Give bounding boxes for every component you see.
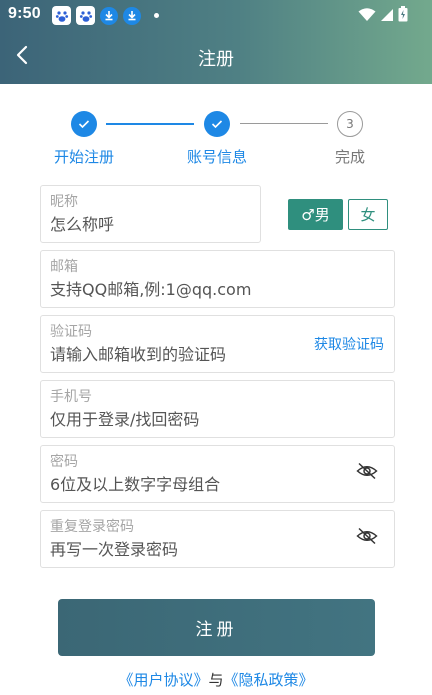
more-notifications-dot-icon (154, 13, 159, 18)
agreement-text: 《用户协议》与《隐私政策》 (0, 669, 432, 690)
password-input[interactable] (50, 473, 344, 495)
baidu-app-icon (76, 6, 95, 25)
email-label: 邮箱 (50, 259, 78, 275)
step-2-label: 账号信息 (186, 148, 247, 166)
verification-code-input[interactable] (50, 343, 304, 365)
gender-female-button[interactable]: 女 (348, 199, 388, 230)
app-header: 9:50 注册 (0, 0, 432, 84)
step-1-label: 开始注册 (53, 148, 114, 166)
user-agreement-link[interactable]: 《用户协议》 (118, 671, 208, 689)
system-status-icons (358, 6, 408, 26)
step-1-check-icon (71, 111, 97, 137)
eye-hidden-icon (356, 527, 378, 545)
battery-icon (398, 6, 408, 26)
registration-steps: 3 开始注册 账号信息 完成 (0, 108, 432, 168)
title-bar: 注册 (0, 36, 432, 76)
confirm-password-field: 重复登录密码 (40, 510, 395, 568)
notification-icons (52, 6, 159, 25)
baidu-app-icon (52, 6, 71, 25)
signal-icon (380, 7, 394, 26)
page-title: 注册 (198, 49, 234, 70)
toggle-password-visibility[interactable] (356, 462, 378, 480)
step-connector-done (106, 123, 194, 125)
email-input[interactable] (50, 278, 344, 300)
nickname-label: 昵称 (50, 194, 78, 210)
confirm-password-label: 重复登录密码 (50, 519, 134, 535)
nickname-field: 昵称 (40, 185, 261, 243)
eye-hidden-icon (356, 462, 378, 480)
step-connector-pending (240, 123, 328, 124)
gender-male-button[interactable]: ♂男 (288, 199, 343, 230)
step-3-label: 完成 (334, 148, 365, 166)
phone-label: 手机号 (50, 389, 92, 405)
register-button[interactable]: 注册 (58, 599, 375, 656)
get-code-button[interactable]: 获取验证码 (314, 334, 384, 354)
agreement-joiner: 与 (208, 671, 224, 689)
download-icon (123, 6, 141, 25)
password-field: 密码 (40, 445, 395, 503)
status-time: 9:50 (8, 5, 41, 22)
privacy-policy-link[interactable]: 《隐私政策》 (224, 671, 314, 689)
phone-input[interactable] (50, 408, 344, 430)
email-field: 邮箱 (40, 250, 395, 308)
step-2-check-icon (204, 111, 230, 137)
download-icon (100, 6, 118, 25)
wifi-icon (358, 7, 376, 26)
verification-code-field: 验证码 获取验证码 (40, 315, 395, 373)
step-3-number: 3 (337, 111, 363, 137)
verification-code-label: 验证码 (50, 324, 92, 340)
confirm-password-input[interactable] (50, 538, 344, 560)
phone-field: 手机号 (40, 380, 395, 438)
password-label: 密码 (50, 454, 78, 470)
status-bar: 9:50 (0, 0, 432, 30)
toggle-confirm-password-visibility[interactable] (356, 527, 378, 545)
nickname-input[interactable] (50, 213, 252, 235)
